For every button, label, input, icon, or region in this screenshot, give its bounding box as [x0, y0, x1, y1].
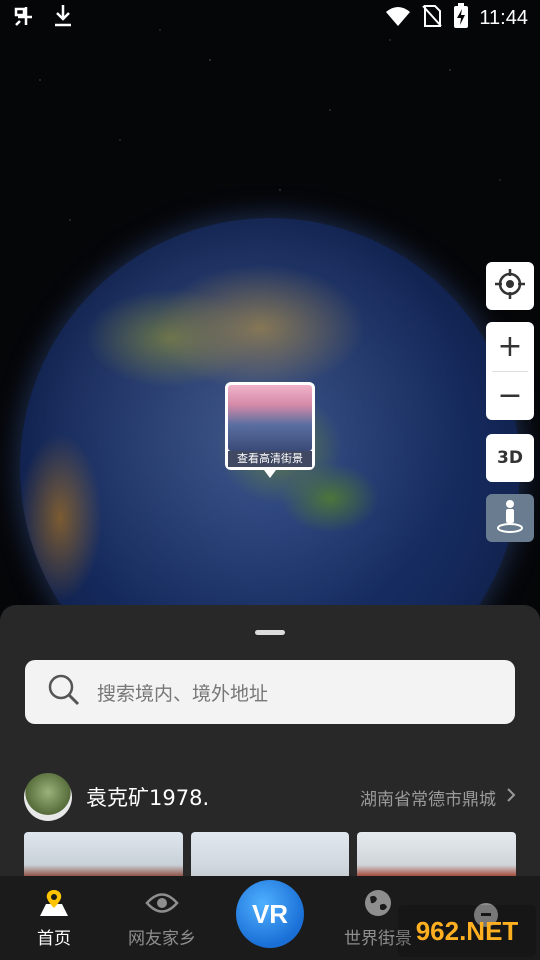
wifi-icon	[385, 5, 411, 31]
bottom-sheet: 搜索境内、境外地址 袁克矿1978. 湖南省常德市鼎城	[0, 605, 540, 880]
map-pin-icon	[38, 888, 70, 918]
3d-label: 3D	[497, 448, 523, 468]
user-name[interactable]: 袁克矿1978.	[86, 782, 209, 812]
photo-thumbnail[interactable]	[357, 832, 516, 880]
vr-icon: VR	[236, 880, 304, 948]
globe-icon	[363, 888, 393, 918]
pegman-icon	[496, 498, 524, 538]
site-watermark: 962.NET	[398, 905, 536, 957]
user-post-header[interactable]: 袁克矿1978. 湖南省常德市鼎城	[24, 773, 516, 821]
eye-icon	[145, 888, 179, 918]
tab-home[interactable]: 首页	[0, 876, 108, 960]
photo-thumbnail[interactable]	[190, 832, 350, 880]
location-text: 湖南省常德市鼎城	[360, 789, 496, 810]
user-location[interactable]: 湖南省常德市鼎城	[360, 785, 516, 810]
zoom-in-button[interactable]: +	[486, 322, 534, 371]
clock-time: 11:44	[479, 6, 528, 29]
tab-netizen-hometown[interactable]: 网友家乡	[108, 876, 216, 960]
zoom-out-button[interactable]: −	[486, 371, 534, 420]
sheet-drag-handle[interactable]	[255, 630, 285, 635]
search-bar[interactable]: 搜索境内、境外地址	[25, 660, 515, 724]
status-bar: 11:44	[0, 0, 540, 36]
crosshair-icon	[494, 268, 526, 304]
zoom-control: + −	[486, 322, 534, 420]
street-view-thumbnail	[228, 385, 312, 451]
3d-toggle-button[interactable]: 3D	[486, 434, 534, 482]
tab-label: 网友家乡	[128, 928, 196, 949]
battery-charging-icon	[453, 3, 469, 33]
no-sim-icon	[421, 4, 443, 32]
street-view-pegman-button[interactable]	[486, 494, 534, 542]
search-icon	[47, 673, 81, 711]
photo-thumbnail[interactable]	[24, 832, 183, 880]
chevron-right-icon	[506, 787, 516, 808]
search-placeholder: 搜索境内、境外地址	[97, 682, 269, 705]
download-icon	[52, 3, 74, 33]
tab-vr[interactable]: VR	[216, 876, 324, 960]
avatar[interactable]	[24, 773, 72, 821]
vr-label: VR	[251, 898, 289, 929]
tab-label: 首页	[37, 928, 71, 949]
photo-strip	[24, 832, 516, 880]
locate-button[interactable]	[486, 262, 534, 310]
street-view-caption: 查看高清街景	[228, 451, 312, 467]
bug-icon	[12, 3, 38, 33]
street-view-marker[interactable]: 查看高清街景	[225, 382, 315, 478]
